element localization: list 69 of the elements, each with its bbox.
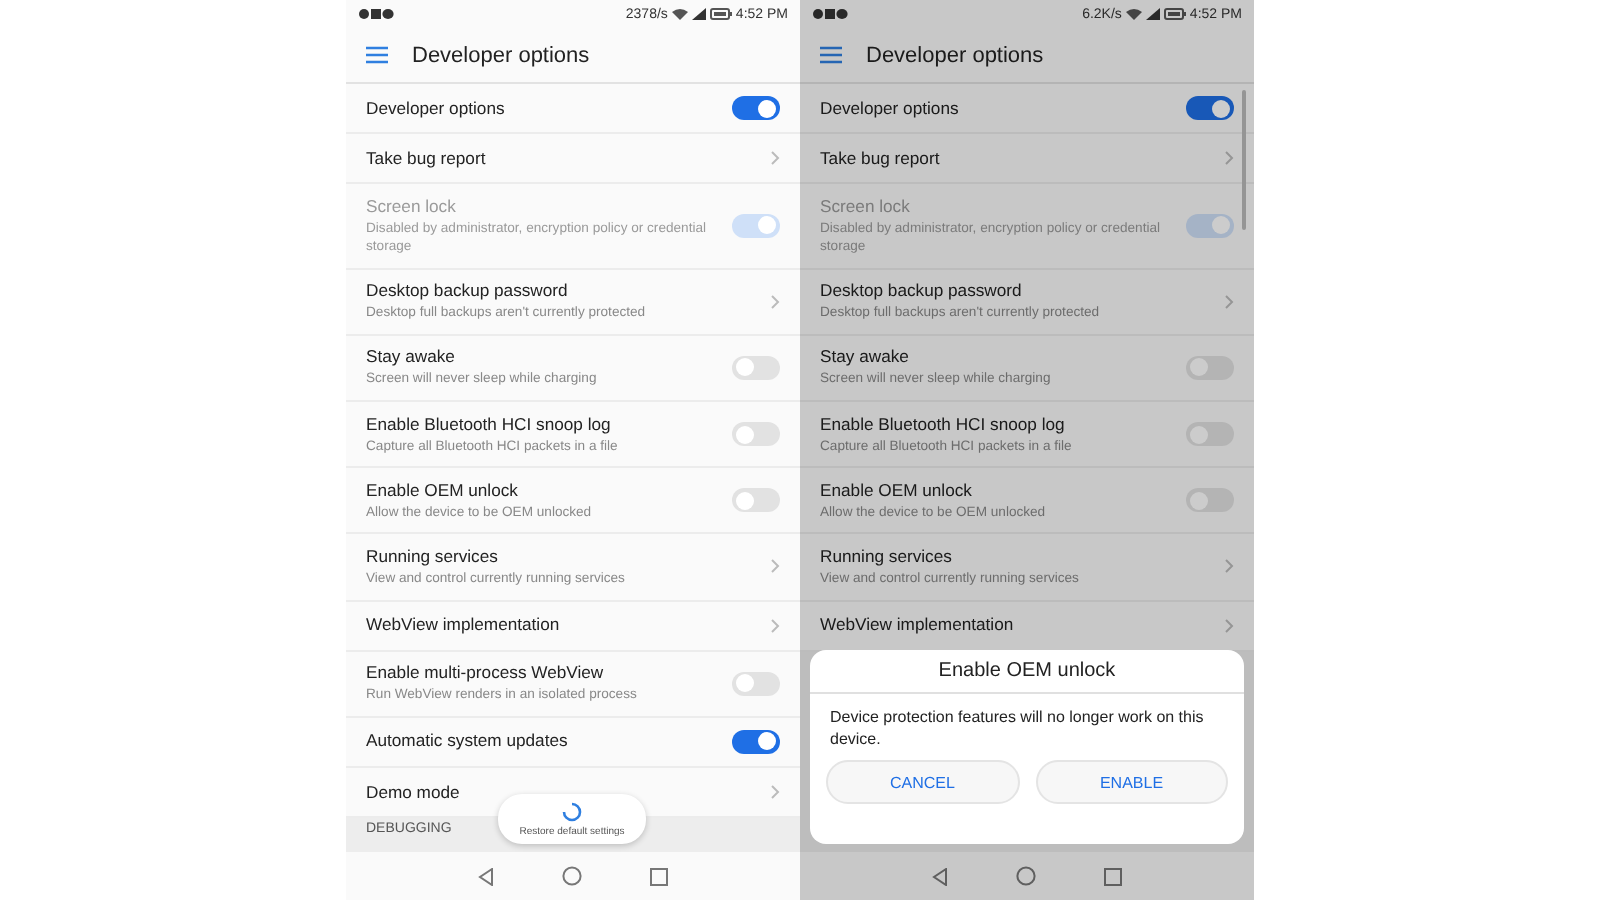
setting-title: Screen lock bbox=[366, 195, 456, 218]
chevron-icon bbox=[1224, 617, 1234, 634]
battery-icon bbox=[1163, 8, 1186, 20]
spinner-icon bbox=[562, 801, 582, 821]
toggle-switch[interactable] bbox=[732, 96, 780, 121]
home-icon[interactable] bbox=[562, 866, 582, 886]
wifi-icon bbox=[671, 8, 688, 20]
setting-title: Demo mode bbox=[366, 781, 460, 804]
signal-icon bbox=[691, 8, 706, 20]
setting-title: Take bug report bbox=[820, 147, 940, 170]
setting-title: Automatic system updates bbox=[366, 730, 568, 753]
wifi-icon bbox=[1125, 8, 1142, 20]
menu-icon[interactable] bbox=[820, 46, 842, 64]
signal-icon bbox=[1145, 8, 1160, 20]
dialog-button[interactable]: ENABLE bbox=[1035, 760, 1228, 804]
setting-title: Stay awake bbox=[820, 346, 909, 369]
settings-row[interactable]: Take bug report bbox=[346, 134, 800, 185]
setting-title: Enable Bluetooth HCI snoop log bbox=[366, 413, 611, 436]
setting-title: Running services bbox=[820, 545, 952, 568]
setting-title: WebView implementation bbox=[820, 614, 1014, 637]
scrollbar bbox=[1242, 90, 1246, 230]
setting-title: Enable multi-process WebView bbox=[366, 662, 604, 685]
setting-title: Enable Bluetooth HCI snoop log bbox=[820, 413, 1065, 436]
toggle-switch[interactable] bbox=[732, 671, 780, 696]
battery-icon bbox=[709, 8, 732, 20]
home-icon[interactable] bbox=[1016, 866, 1036, 886]
setting-title: Enable OEM unlock bbox=[820, 479, 972, 502]
chevron-icon bbox=[1224, 293, 1234, 310]
recents-icon[interactable] bbox=[650, 867, 668, 885]
setting-title: Desktop backup password bbox=[366, 280, 568, 303]
chevron-icon bbox=[770, 784, 780, 801]
recents-icon[interactable] bbox=[1104, 867, 1122, 885]
settings-row[interactable]: WebView implementation bbox=[346, 601, 800, 652]
setting-title: Developer options bbox=[820, 97, 959, 120]
toggle-switch[interactable] bbox=[732, 355, 780, 380]
toggle-switch[interactable] bbox=[732, 488, 780, 513]
back-icon[interactable] bbox=[932, 867, 948, 885]
setting-title: Desktop backup password bbox=[820, 280, 1022, 303]
setting-title: Screen lock bbox=[820, 195, 910, 218]
toggle-switch[interactable] bbox=[1186, 96, 1234, 121]
back-icon[interactable] bbox=[478, 867, 494, 885]
dialog-button[interactable]: CANCEL bbox=[826, 760, 1019, 804]
screen-title: Developer options bbox=[866, 43, 1044, 67]
setting-title: Take bug report bbox=[366, 147, 486, 170]
chevron-icon bbox=[770, 617, 780, 634]
toggle-switch[interactable] bbox=[1186, 422, 1234, 447]
chevron-icon bbox=[770, 558, 780, 575]
dialog-title: Enable OEM unlock bbox=[938, 660, 1116, 682]
notification-icons bbox=[812, 8, 848, 20]
setting-title: WebView implementation bbox=[366, 614, 560, 637]
settings-row[interactable]: Developer options bbox=[800, 84, 1254, 135]
setting-title: Enable OEM unlock bbox=[366, 479, 518, 502]
settings-row[interactable]: Automatic system updates bbox=[346, 717, 800, 769]
chevron-icon bbox=[1224, 558, 1234, 575]
chevron-icon bbox=[770, 293, 780, 310]
menu-icon[interactable] bbox=[366, 46, 388, 64]
chevron-icon bbox=[1224, 150, 1234, 167]
dialog-message: Device protection features will no longer work on this device. bbox=[830, 708, 1204, 748]
chevron-icon bbox=[770, 150, 780, 167]
setting-title: Developer options bbox=[366, 97, 505, 120]
setting-title: Running services bbox=[366, 545, 498, 568]
settings-row[interactable]: Developer options bbox=[346, 84, 800, 135]
notification-icons bbox=[358, 8, 394, 20]
toggle-switch[interactable] bbox=[1186, 355, 1234, 380]
toggle-switch[interactable] bbox=[732, 729, 780, 754]
toggle-switch[interactable] bbox=[1186, 488, 1234, 513]
setting-title: Stay awake bbox=[366, 346, 455, 369]
toggle-switch[interactable] bbox=[732, 422, 780, 447]
screen-title: Developer options bbox=[412, 43, 590, 67]
